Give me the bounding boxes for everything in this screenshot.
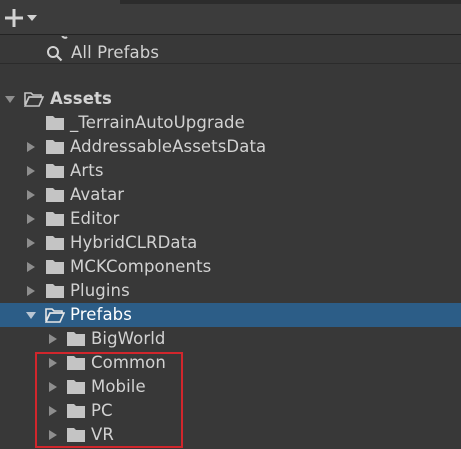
tree-item-label: AddressableAssetsData [70,137,267,156]
tree-item-label: BigWorld [91,329,166,348]
tree-item-label: Plugins [70,281,130,300]
favorite-all-prefabs[interactable]: All Prefabs [0,41,461,65]
tree-item[interactable]: AddressableAssetsData [0,135,461,159]
tree-item-label: Prefabs [70,305,132,324]
tree-item[interactable]: _TerrainAutoUpgrade [0,111,461,135]
tree-item-label: _TerrainAutoUpgrade [70,113,245,132]
collapsed-arrow-icon[interactable] [26,262,36,272]
tree-item-label: MCKComponents [70,257,212,276]
tree-item[interactable]: HybridCLRData [0,231,461,255]
collapsed-arrow-icon[interactable] [48,334,58,344]
folder-icon [46,260,64,274]
tree-item[interactable]: Arts [0,159,461,183]
folder-icon [46,164,64,178]
folder-icon [46,212,64,226]
open-folder-icon [45,308,65,323]
tree-item-label: Arts [70,161,104,180]
collapsed-arrow-icon[interactable] [26,286,36,296]
triangle-down-icon [27,15,37,21]
folder-icon [46,188,64,202]
tree-item-label: HybridCLRData [70,233,198,252]
tree-item[interactable]: Plugins [0,279,461,303]
folder-icon [46,284,64,298]
expanded-arrow-icon[interactable] [26,310,36,320]
plus-icon [5,9,23,27]
search-icon-partial [61,36,68,39]
search-icon [47,46,63,62]
tree-item[interactable]: Editor [0,207,461,231]
create-menu-button[interactable] [4,6,46,30]
expanded-arrow-icon[interactable] [5,94,15,104]
tree-item-prefabs[interactable]: Prefabs [0,303,461,327]
tree-item[interactable]: Avatar [0,183,461,207]
project-toolbar [0,0,461,35]
folder-icon [46,236,64,250]
folder-icon [67,332,85,346]
tab-edge [0,0,123,3]
collapsed-arrow-icon[interactable] [26,190,36,200]
tree-item[interactable]: MCKComponents [0,255,461,279]
tree-item-label: Assets [50,89,112,108]
collapsed-arrow-icon[interactable] [26,238,36,248]
folder-icon [46,140,64,154]
section-divider [0,63,461,64]
tree-item[interactable]: BigWorld [0,327,461,351]
collapsed-arrow-icon[interactable] [26,214,36,224]
tree-item-assets[interactable]: Assets [0,87,461,111]
open-folder-icon [24,92,44,107]
tree-item-label: Editor [70,209,120,228]
highlight-annotation-box [35,352,183,448]
tab-strip-edge [120,0,461,4]
tree-item-label: Avatar [70,185,125,204]
folder-icon [46,116,64,130]
favorite-label: All Prefabs [71,43,160,62]
collapsed-arrow-icon[interactable] [26,166,36,176]
collapsed-arrow-icon[interactable] [26,142,36,152]
